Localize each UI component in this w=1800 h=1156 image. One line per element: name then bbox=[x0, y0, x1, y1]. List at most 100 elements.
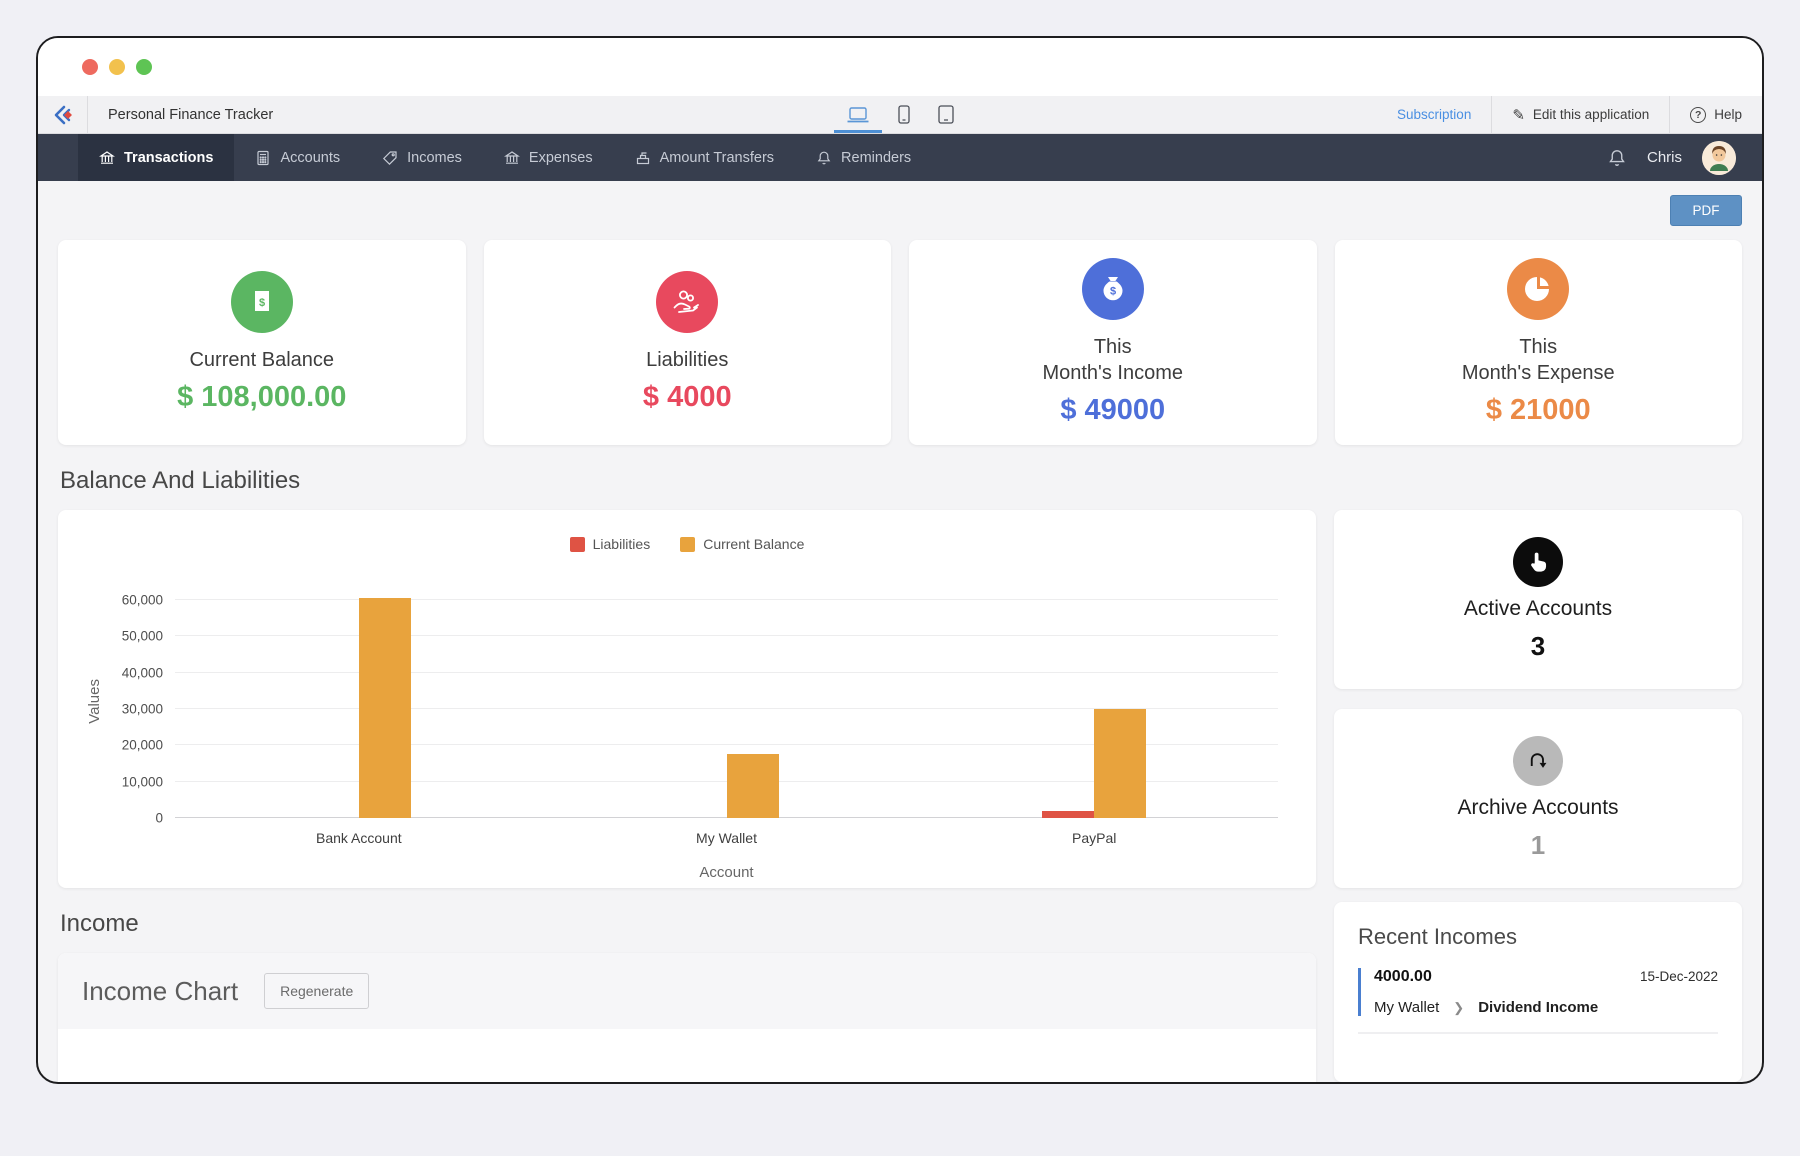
nav-item-expenses[interactable]: Expenses bbox=[483, 134, 614, 181]
bar-liabilities[interactable] bbox=[1042, 811, 1094, 818]
chevron-right-icon: ❯ bbox=[1453, 1000, 1464, 1016]
nav-label: Accounts bbox=[280, 150, 340, 166]
hand-coins-icon bbox=[656, 271, 718, 333]
month-expense-card: ThisMonth's Expense $ 21000 bbox=[1335, 240, 1743, 445]
y-tick-label: 40,000 bbox=[122, 665, 163, 680]
gridline bbox=[175, 635, 1278, 636]
x-axis-title: Account bbox=[175, 864, 1278, 881]
chart-plot: 0 10,000 20,000 30,000 40,000 50,000 60,… bbox=[175, 582, 1278, 818]
balance-section-title: Balance And Liabilities bbox=[60, 467, 1740, 495]
x-category-label: Bank Account bbox=[316, 830, 402, 846]
income-category: Dividend Income bbox=[1478, 999, 1598, 1016]
stat-label: Current Balance bbox=[189, 347, 334, 373]
divider bbox=[1358, 1032, 1718, 1034]
subscription-link[interactable]: Subscription bbox=[1377, 96, 1491, 133]
tag-icon bbox=[382, 150, 398, 166]
phone-icon bbox=[898, 105, 910, 124]
nav-item-amount-transfers[interactable]: Amount Transfers bbox=[614, 134, 795, 181]
phone-view-button[interactable] bbox=[898, 96, 910, 133]
minimize-window-button[interactable] bbox=[109, 59, 125, 75]
bar-current-balance[interactable] bbox=[727, 754, 779, 818]
archive-accounts-label: Archive Accounts bbox=[1457, 796, 1618, 820]
active-accounts-label: Active Accounts bbox=[1464, 597, 1612, 621]
nav-label: Transactions bbox=[124, 150, 213, 166]
uturn-arrow-icon bbox=[1513, 736, 1563, 786]
navbar-user-area: Chris bbox=[1607, 134, 1762, 181]
app-header: Personal Finance Tracker Subscription bbox=[38, 96, 1762, 134]
income-chart-card: Income Chart Regenerate bbox=[58, 953, 1316, 1082]
stat-label: ThisMonth's Expense bbox=[1462, 334, 1615, 386]
avatar-illustration bbox=[1702, 141, 1736, 175]
balance-liabilities-chart-card: Liabilities Current Balance Values 0 10,… bbox=[58, 510, 1316, 888]
income-section-title: Income bbox=[60, 910, 1314, 938]
archive-accounts-value: 1 bbox=[1531, 830, 1545, 861]
notifications-bell-icon[interactable] bbox=[1607, 148, 1627, 168]
x-category-label: My Wallet bbox=[696, 830, 757, 846]
tablet-view-button[interactable] bbox=[938, 96, 954, 133]
money-bag-icon: $ bbox=[1082, 258, 1144, 320]
app-logo[interactable] bbox=[38, 96, 88, 133]
bar-current-balance[interactable] bbox=[1094, 709, 1146, 818]
y-axis-title: Values bbox=[86, 679, 103, 724]
help-icon: ? bbox=[1690, 107, 1706, 123]
cash-register-icon bbox=[635, 150, 651, 166]
main-navbar: Transactions Accounts Incomes Expenses bbox=[38, 134, 1762, 181]
app-title: Personal Finance Tracker bbox=[88, 96, 273, 133]
legend-item[interactable]: Liabilities bbox=[570, 536, 651, 552]
dashboard-content: PDF $ Current Balance $ 108,000.00 bbox=[38, 181, 1762, 1082]
pdf-export-button[interactable]: PDF bbox=[1670, 195, 1742, 226]
gridline bbox=[175, 672, 1278, 673]
dollar-bill-icon: $ bbox=[231, 271, 293, 333]
creator-logo-icon bbox=[51, 103, 75, 127]
calculator-icon bbox=[255, 150, 271, 166]
app-window: Personal Finance Tracker Subscription bbox=[36, 36, 1764, 1084]
stat-label: Liabilities bbox=[646, 347, 728, 373]
income-account: My Wallet bbox=[1374, 999, 1439, 1016]
legend-item[interactable]: Current Balance bbox=[680, 536, 804, 552]
regenerate-button[interactable]: Regenerate bbox=[264, 973, 369, 1009]
edit-application-button[interactable]: ✎ Edit this application bbox=[1491, 96, 1669, 133]
active-accounts-card: Active Accounts 3 bbox=[1334, 510, 1742, 689]
y-tick-label: 10,000 bbox=[122, 774, 163, 789]
hand-pointer-icon bbox=[1513, 537, 1563, 587]
income-amount: 4000.00 bbox=[1374, 968, 1432, 986]
nav-label: Amount Transfers bbox=[660, 150, 774, 166]
chart-legend: Liabilities Current Balance bbox=[86, 536, 1288, 552]
device-preview-switcher bbox=[846, 96, 954, 133]
nav-label: Expenses bbox=[529, 150, 593, 166]
recent-incomes-title: Recent Incomes bbox=[1358, 924, 1718, 950]
edit-application-label: Edit this application bbox=[1533, 107, 1649, 122]
header-actions: Subscription ✎ Edit this application ? H… bbox=[1377, 96, 1762, 133]
nav-label: Reminders bbox=[841, 150, 911, 166]
user-avatar[interactable] bbox=[1702, 141, 1736, 175]
svg-text:$: $ bbox=[259, 297, 265, 309]
nav-item-transactions[interactable]: Transactions bbox=[78, 134, 234, 181]
legend-swatch bbox=[570, 537, 585, 552]
archive-accounts-card: Archive Accounts 1 bbox=[1334, 709, 1742, 888]
nav-label: Incomes bbox=[407, 150, 462, 166]
income-chart-title: Income Chart bbox=[82, 976, 238, 1007]
nav-item-reminders[interactable]: Reminders bbox=[795, 134, 932, 181]
help-label: Help bbox=[1714, 107, 1742, 122]
nav-item-incomes[interactable]: Incomes bbox=[361, 134, 483, 181]
stat-value: $ 49000 bbox=[1060, 394, 1165, 427]
current-balance-card: $ Current Balance $ 108,000.00 bbox=[58, 240, 466, 445]
y-tick-label: 20,000 bbox=[122, 738, 163, 753]
bar-current-balance[interactable] bbox=[359, 598, 411, 818]
svg-text:$: $ bbox=[1110, 286, 1116, 298]
stat-value: $ 21000 bbox=[1486, 394, 1591, 427]
user-name[interactable]: Chris bbox=[1647, 149, 1682, 166]
y-tick-label: 50,000 bbox=[122, 629, 163, 644]
pie-chart-icon bbox=[1507, 258, 1569, 320]
maximize-window-button[interactable] bbox=[136, 59, 152, 75]
close-window-button[interactable] bbox=[82, 59, 98, 75]
laptop-icon bbox=[846, 106, 870, 124]
nav-item-accounts[interactable]: Accounts bbox=[234, 134, 361, 181]
laptop-view-button[interactable] bbox=[846, 96, 870, 133]
recent-income-item[interactable]: 4000.00 15-Dec-2022 My Wallet ❯ Dividend… bbox=[1358, 968, 1718, 1016]
window-titlebar bbox=[38, 38, 1762, 96]
y-tick-label: 60,000 bbox=[122, 593, 163, 608]
x-category-label: PayPal bbox=[1072, 830, 1116, 846]
help-button[interactable]: ? Help bbox=[1669, 96, 1762, 133]
pencil-icon: ✎ bbox=[1512, 106, 1525, 124]
